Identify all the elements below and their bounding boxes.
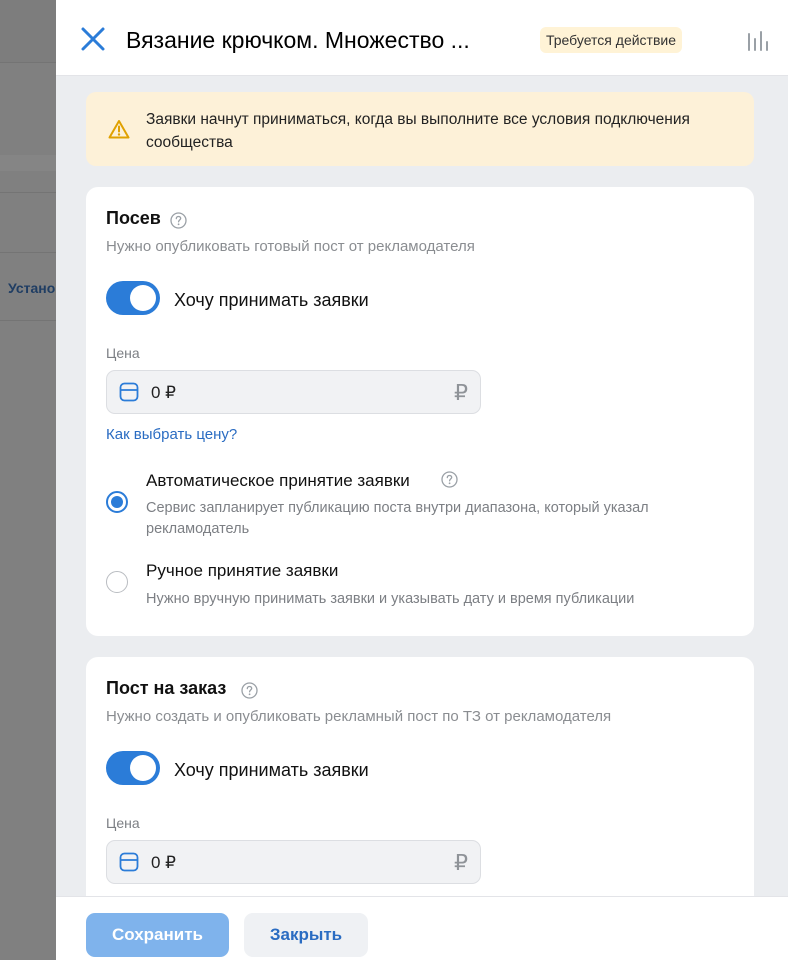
section-posev: Посев Нужно опубликовать готовый пост от…: [86, 187, 754, 636]
section-subtitle: Нужно создать и опубликовать рекламный п…: [106, 708, 612, 725]
option-title: Автоматическое принятие заявки: [146, 471, 410, 490]
price-label: Цена: [106, 345, 140, 361]
how-to-choose-price-link[interactable]: Как выбрать цену?: [106, 426, 237, 443]
warning-text: Заявки начнут приниматься, когда вы выпо…: [146, 111, 690, 151]
section-title: Пост на заказ: [106, 678, 227, 698]
background-divider: [0, 320, 56, 321]
ruble-icon: ₽: [454, 850, 468, 875]
price-input[interactable]: 0 ₽ ₽: [106, 840, 481, 884]
accept-requests-toggle[interactable]: [106, 751, 160, 785]
option-description: Нужно вручную принимать заявки и указыва…: [146, 591, 635, 607]
panel-title: Вязание крючком. Множество ...: [126, 27, 470, 53]
price-label: Цена: [106, 815, 140, 831]
save-button[interactable]: Сохранить: [86, 913, 229, 957]
toggle-label: Хочу принимать заявки: [174, 290, 369, 310]
calculator-icon: [119, 382, 139, 402]
calculator-icon: [119, 852, 139, 872]
background-partial-text: Устано: [8, 280, 56, 296]
panel-footer: Сохранить Закрыть: [56, 896, 788, 960]
background-divider: [0, 192, 56, 193]
radio-auto-accept[interactable]: [106, 491, 128, 513]
status-badge: Требуется действие: [540, 27, 683, 53]
radio-manual-accept[interactable]: [106, 571, 128, 593]
panel-header: Вязание крючком. Множество ... Требуется…: [56, 0, 788, 76]
help-icon[interactable]: [170, 212, 187, 229]
background-divider: [0, 252, 56, 253]
section-subtitle: Нужно опубликовать готовый пост от рекла…: [106, 238, 475, 255]
help-icon[interactable]: [241, 682, 258, 699]
accept-requests-toggle[interactable]: [106, 281, 160, 315]
price-value: 0 ₽: [151, 383, 176, 402]
bar-chart-icon[interactable]: [746, 30, 772, 52]
close-button[interactable]: Закрыть: [244, 913, 368, 957]
help-icon[interactable]: [441, 471, 458, 488]
background-divider: [0, 62, 56, 63]
background-page: Устано: [0, 0, 56, 960]
price-value: 0 ₽: [151, 853, 176, 872]
section-title: Посев: [106, 208, 161, 228]
warning-banner: Заявки начнут приниматься, когда вы выпо…: [86, 92, 754, 166]
background-block: [0, 155, 56, 171]
background-block: [0, 0, 56, 62]
toggle-label: Хочу принимать заявки: [174, 760, 369, 780]
ruble-icon: ₽: [454, 380, 468, 405]
option-description: Сервис запланирует публикацию поста внут…: [146, 500, 649, 537]
warning-icon: [108, 120, 130, 139]
option-title: Ручное принятие заявки: [146, 561, 339, 580]
close-icon[interactable]: [78, 24, 108, 54]
settings-panel: Вязание крючком. Множество ... Требуется…: [56, 0, 788, 960]
price-input[interactable]: 0 ₽ ₽: [106, 370, 481, 414]
